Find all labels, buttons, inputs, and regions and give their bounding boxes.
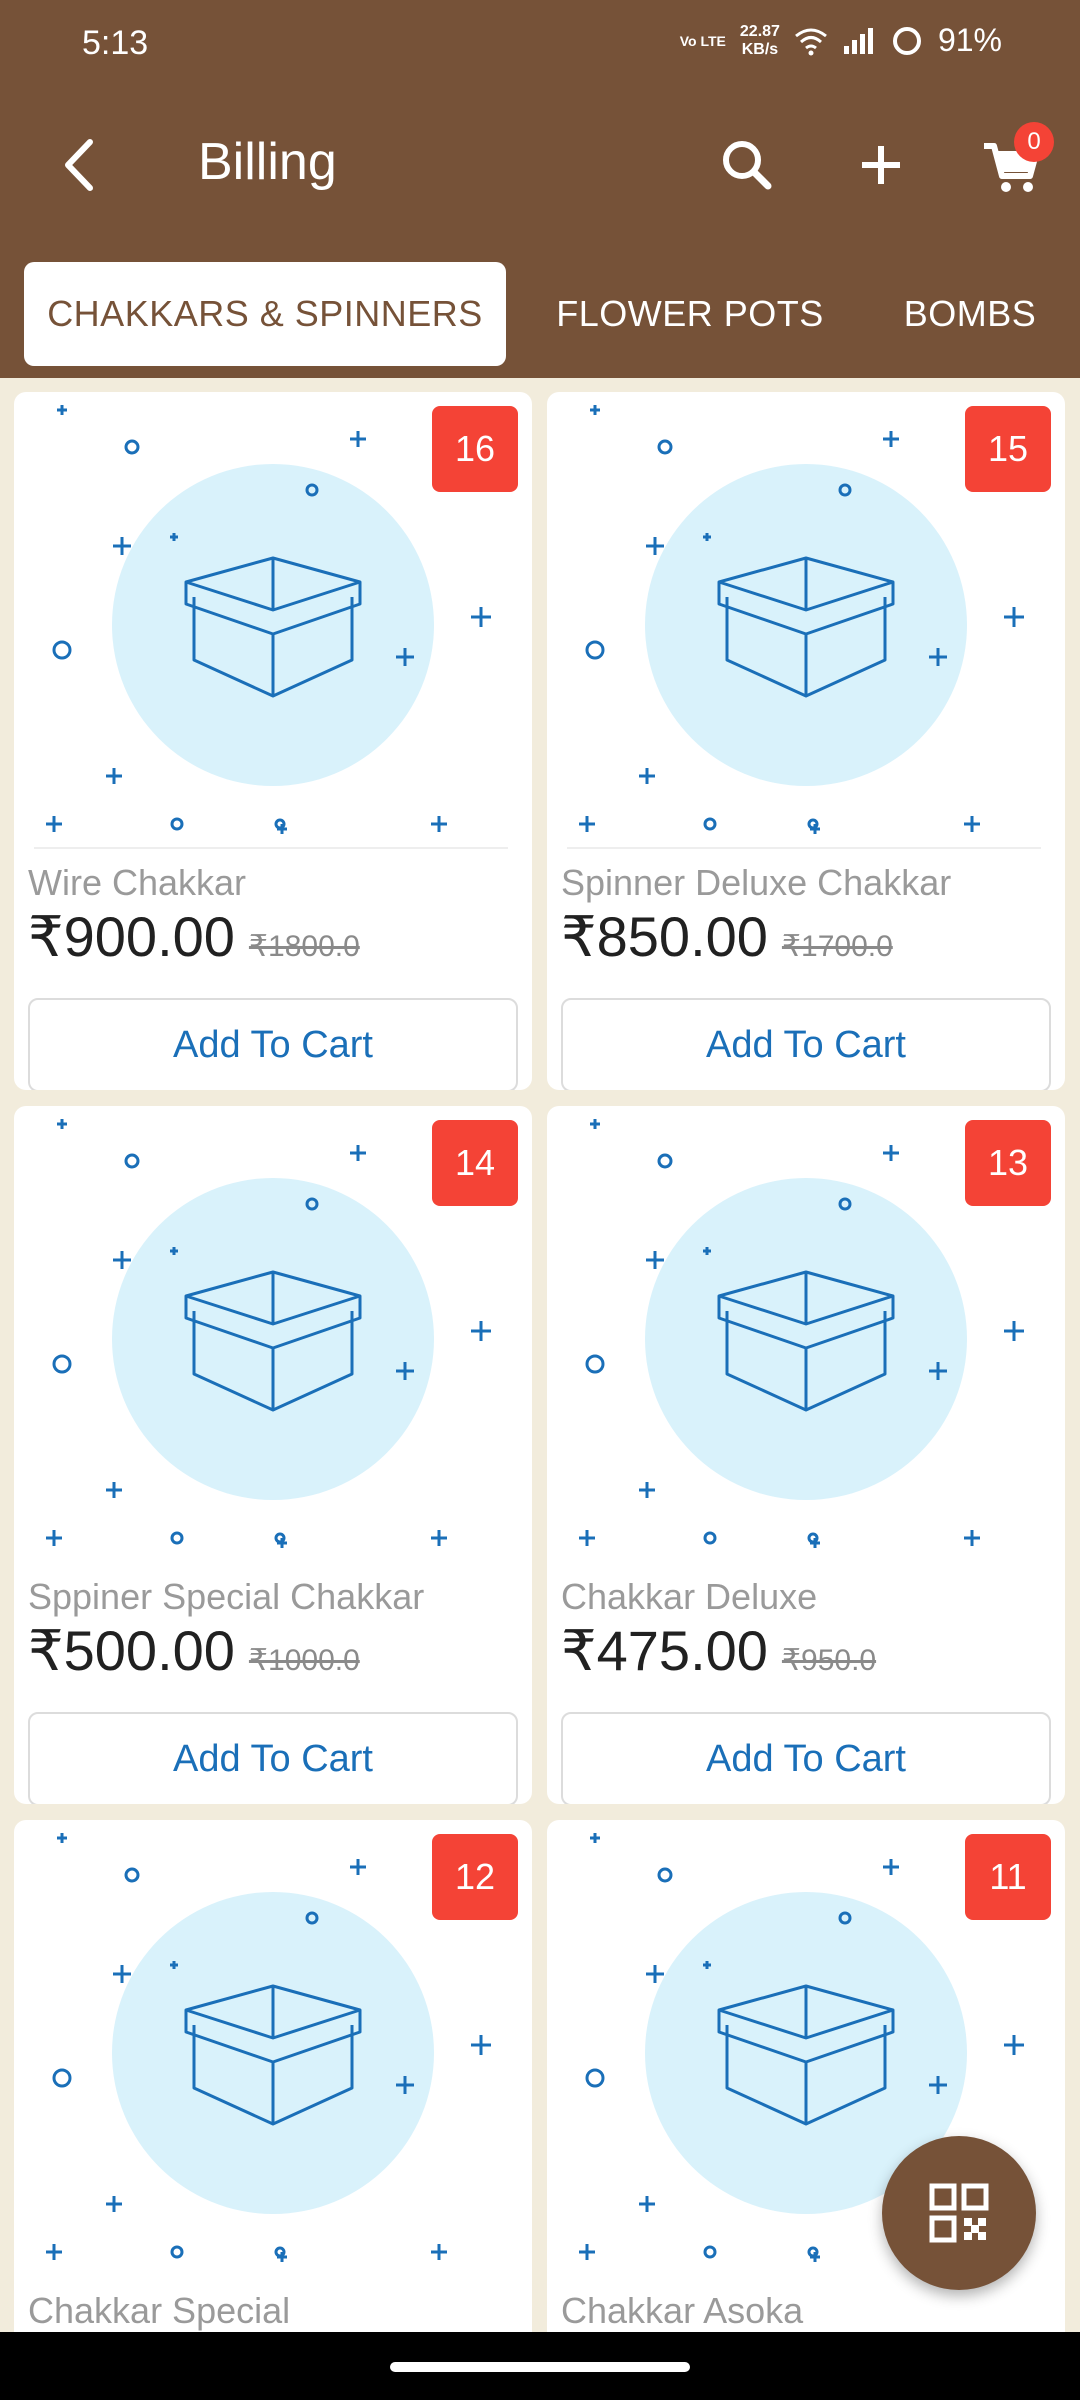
status-bar: 5:13 Vo LTE 22.87 KB/s 91% bbox=[0, 0, 1080, 90]
battery-ring-icon bbox=[892, 26, 921, 55]
wifi-icon bbox=[795, 28, 827, 55]
product-name: Spinner Deluxe Chakkar bbox=[561, 862, 952, 903]
page-title: Billing bbox=[198, 133, 337, 191]
add-to-cart-button[interactable]: Add To Cart bbox=[561, 998, 1051, 1090]
quantity-badge: 15 bbox=[965, 406, 1051, 492]
sale-price: ₹850.00 bbox=[561, 905, 768, 968]
product-name: Sppiner Special Chakkar bbox=[28, 1576, 425, 1617]
product-card[interactable]: 16 Wire Chakkar ₹900.00 ₹1800.0 Add To C… bbox=[14, 392, 532, 1090]
original-price: ₹1700.0 bbox=[781, 930, 893, 963]
quantity-badge: 16 bbox=[432, 406, 518, 492]
product-card[interactable]: 12 Chakkar Special bbox=[14, 1820, 532, 2332]
signal-icon bbox=[843, 27, 873, 54]
quantity-badge: 12 bbox=[432, 1834, 518, 1920]
network-speed-unit: KB/s bbox=[741, 40, 779, 58]
product-card[interactable]: 13 Chakkar Deluxe ₹475.00 ₹950.0 Add To … bbox=[547, 1106, 1065, 1804]
sale-price: ₹475.00 bbox=[561, 1619, 768, 1682]
qr-scan-button[interactable] bbox=[882, 2136, 1036, 2290]
original-price: ₹1800.0 bbox=[248, 930, 360, 963]
product-name: Wire Chakkar bbox=[28, 862, 247, 903]
tab-chakkars-spinners[interactable]: CHAKKARS & SPINNERS bbox=[24, 262, 506, 366]
product-name: Chakkar Deluxe bbox=[561, 1576, 818, 1617]
volte-indicator: Vo LTE bbox=[679, 32, 726, 49]
system-nav-bar bbox=[0, 2332, 1080, 2400]
price-row: ₹500.00 ₹1000.0 bbox=[28, 1618, 360, 1684]
cart-count-badge: 0 bbox=[1014, 122, 1054, 162]
price-row: ₹900.00 ₹1800.0 bbox=[28, 904, 360, 970]
toolbar: Billing bbox=[0, 100, 1080, 230]
add-to-cart-button[interactable]: Add To Cart bbox=[28, 1712, 518, 1804]
plus-icon[interactable] bbox=[846, 130, 916, 200]
product-name: Chakkar Asoka bbox=[561, 2290, 804, 2331]
quantity-badge: 14 bbox=[432, 1120, 518, 1206]
price-row: ₹475.00 ₹950.0 bbox=[561, 1618, 876, 1684]
tab-flower-pots[interactable]: FLOWER POTS bbox=[540, 262, 840, 366]
network-speed: 22.87 KB/s bbox=[740, 23, 780, 59]
back-arrow-icon[interactable] bbox=[50, 130, 110, 200]
original-price: ₹1000.0 bbox=[248, 1644, 360, 1677]
status-time: 5:13 bbox=[82, 24, 149, 62]
sale-price: ₹900.00 bbox=[28, 905, 235, 968]
home-gesture-handle[interactable] bbox=[390, 2362, 690, 2372]
product-grid: 16 Wire Chakkar ₹900.00 ₹1800.0 Add To C… bbox=[0, 378, 1080, 2332]
product-card[interactable]: 15 Spinner Deluxe Chakkar ₹850.00 ₹1700.… bbox=[547, 392, 1065, 1090]
tab-bombs[interactable]: BOMBS bbox=[880, 262, 1060, 366]
sale-price: ₹500.00 bbox=[28, 1619, 235, 1682]
add-to-cart-button[interactable]: Add To Cart bbox=[28, 998, 518, 1090]
quantity-badge: 13 bbox=[965, 1120, 1051, 1206]
status-icons: Vo LTE 22.87 KB/s 91% bbox=[680, 22, 1002, 59]
app-header: 5:13 Vo LTE 22.87 KB/s 91% Billing 0 CHA… bbox=[0, 0, 1080, 378]
category-tabs: CHAKKARS & SPINNERS FLOWER POTS BOMBS bbox=[0, 262, 1080, 367]
add-to-cart-button[interactable]: Add To Cart bbox=[561, 1712, 1051, 1804]
divider bbox=[567, 847, 1041, 849]
price-row: ₹850.00 ₹1700.0 bbox=[561, 904, 893, 970]
quantity-badge: 11 bbox=[965, 1834, 1051, 1920]
search-icon[interactable] bbox=[712, 130, 782, 200]
battery-level: 91% bbox=[937, 22, 1002, 58]
product-card[interactable]: 14 Sppiner Special Chakkar ₹500.00 ₹1000… bbox=[14, 1106, 532, 1804]
divider bbox=[34, 847, 508, 849]
product-name: Chakkar Special bbox=[28, 2290, 291, 2331]
original-price: ₹950.0 bbox=[781, 1644, 877, 1677]
network-speed-value: 22.87 bbox=[739, 22, 780, 40]
qr-code-icon bbox=[929, 2183, 989, 2243]
